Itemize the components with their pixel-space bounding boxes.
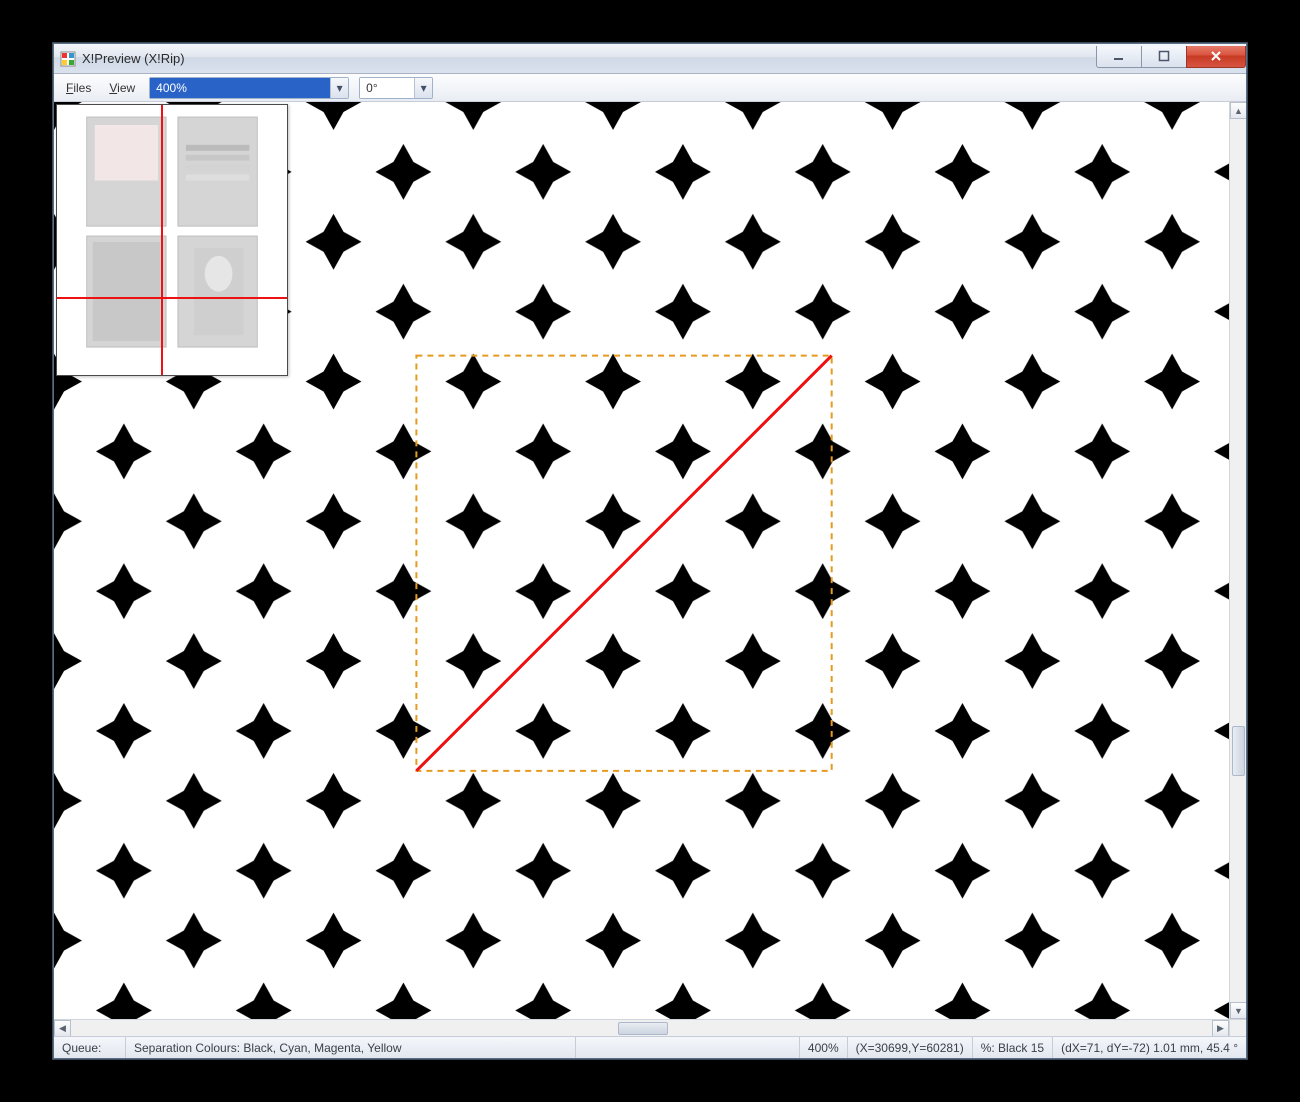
- close-button[interactable]: [1186, 46, 1246, 68]
- scroll-right-button[interactable]: ▶: [1212, 1020, 1229, 1036]
- app-window: X!Preview (X!Rip) Files View 400% ▾ 0° ▾: [53, 43, 1247, 1059]
- scroll-left-button[interactable]: ◀: [54, 1020, 71, 1036]
- navigator-thumbnail: [57, 105, 287, 375]
- navigator-crosshair-v[interactable]: [161, 105, 163, 375]
- status-measure: (dX=71, dY=-72) 1.01 mm, 45.4 °: [1053, 1037, 1246, 1058]
- chevron-down-icon[interactable]: ▾: [414, 78, 432, 98]
- status-spacer: [576, 1037, 800, 1058]
- vertical-scrollbar[interactable]: ▲ ▼: [1229, 102, 1246, 1019]
- menu-view[interactable]: View: [105, 79, 139, 97]
- canvas-area[interactable]: ▲ ▼ ◀ ▶: [54, 102, 1246, 1036]
- scroll-down-button[interactable]: ▼: [1230, 1002, 1246, 1019]
- navigator-crosshair-h[interactable]: [57, 297, 287, 299]
- zoom-combo[interactable]: 400% ▾: [149, 77, 349, 99]
- status-zoom: 400%: [800, 1037, 848, 1058]
- status-bar: Queue: Separation Colours: Black, Cyan, …: [54, 1036, 1246, 1058]
- title-bar[interactable]: X!Preview (X!Rip): [54, 44, 1246, 74]
- window-controls: [1097, 46, 1246, 68]
- vertical-scroll-thumb[interactable]: [1232, 726, 1245, 776]
- zoom-value[interactable]: 400%: [150, 78, 330, 98]
- app-icon: [60, 51, 76, 67]
- scrollbar-corner: [1229, 1019, 1246, 1036]
- chevron-down-icon[interactable]: ▾: [330, 78, 348, 98]
- minimize-button[interactable]: [1096, 46, 1142, 68]
- status-separations: Separation Colours: Black, Cyan, Magenta…: [126, 1037, 576, 1058]
- horizontal-scroll-thumb[interactable]: [618, 1022, 668, 1035]
- status-position: (X=30699,Y=60281): [848, 1037, 973, 1058]
- horizontal-scrollbar[interactable]: ◀ ▶: [54, 1019, 1229, 1036]
- toolbar: Files View 400% ▾ 0° ▾: [54, 74, 1246, 102]
- scroll-up-button[interactable]: ▲: [1230, 102, 1246, 119]
- status-queue: Queue:: [54, 1037, 126, 1058]
- status-ink: %: Black 15: [973, 1037, 1053, 1058]
- angle-combo[interactable]: 0° ▾: [359, 77, 433, 99]
- window-title: X!Preview (X!Rip): [82, 51, 185, 66]
- angle-value[interactable]: 0°: [360, 78, 414, 98]
- navigator-panel[interactable]: [56, 104, 288, 376]
- menu-files[interactable]: Files: [62, 79, 95, 97]
- maximize-button[interactable]: [1141, 46, 1187, 68]
